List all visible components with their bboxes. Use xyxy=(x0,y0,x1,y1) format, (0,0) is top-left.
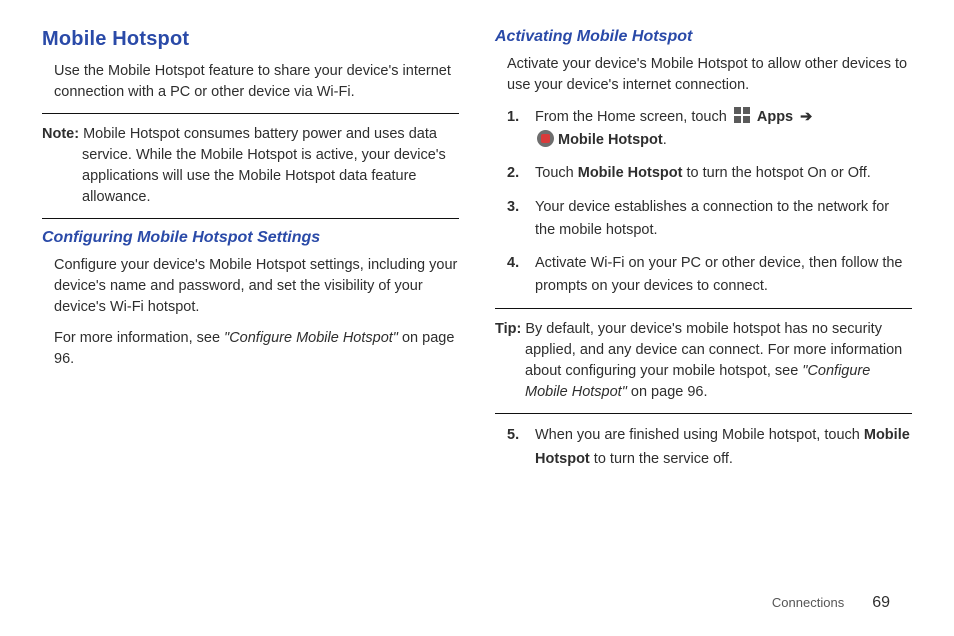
right-column: Activating Mobile Hotspot Activate your … xyxy=(495,28,912,481)
hotspot-icon xyxy=(537,130,554,147)
subhead-config: Configuring Mobile Hotspot Settings xyxy=(42,229,459,247)
text: For more information, see xyxy=(54,330,224,346)
note-body: Mobile Hotspot consumes battery power an… xyxy=(82,126,446,205)
text: on page 96. xyxy=(627,384,708,400)
step-text: Touch Mobile Hotspot to turn the hotspot… xyxy=(535,162,871,185)
note-label: Note: xyxy=(42,126,79,142)
step-text: Activate Wi-Fi on your PC or other devic… xyxy=(535,252,912,298)
activate-intro: Activate your device's Mobile Hotspot to… xyxy=(495,54,912,96)
arrow-icon: ➔ xyxy=(800,109,812,125)
text: When you are finished using Mobile hotsp… xyxy=(535,427,864,443)
step-5: 5. When you are finished using Mobile ho… xyxy=(507,424,912,470)
page-footer: Connections 69 xyxy=(772,594,890,612)
text: Touch xyxy=(535,165,578,181)
step-4: 4. Activate Wi-Fi on your PC or other de… xyxy=(507,252,912,298)
note-text: Note: Mobile Hotspot consumes battery po… xyxy=(42,124,459,208)
text: From the Home screen, touch xyxy=(535,109,731,125)
step-number: 1. xyxy=(507,106,525,152)
step-2: 2. Touch Mobile Hotspot to turn the hots… xyxy=(507,162,912,185)
tip-text: Tip: By default, your device's mobile ho… xyxy=(495,319,912,403)
hotspot-label: Mobile Hotspot xyxy=(558,132,663,148)
apps-icon xyxy=(734,107,750,123)
step-number: 2. xyxy=(507,162,525,185)
step-number: 3. xyxy=(507,196,525,242)
apps-label: Apps xyxy=(757,109,793,125)
bold: Mobile Hotspot xyxy=(578,165,683,181)
step-number: 4. xyxy=(507,252,525,298)
footer-section: Connections xyxy=(772,595,844,610)
rule xyxy=(42,113,459,114)
note-callout: Note: Mobile Hotspot consumes battery po… xyxy=(42,124,459,208)
left-column: Mobile Hotspot Use the Mobile Hotspot fe… xyxy=(42,28,459,481)
step-text: From the Home screen, touch Apps ➔ Mobil… xyxy=(535,106,812,152)
footer-page-number: 69 xyxy=(872,594,890,612)
rule xyxy=(495,413,912,414)
config-paragraph-2: For more information, see "Configure Mob… xyxy=(42,328,459,370)
cross-ref: "Configure Mobile Hotspot" xyxy=(224,330,398,346)
step-text: When you are finished using Mobile hotsp… xyxy=(535,424,912,470)
rule xyxy=(42,218,459,219)
step-1: 1. From the Home screen, touch Apps ➔ Mo… xyxy=(507,106,912,152)
section-title: Mobile Hotspot xyxy=(42,28,459,51)
subhead-activate: Activating Mobile Hotspot xyxy=(495,28,912,46)
steps-list: 1. From the Home screen, touch Apps ➔ Mo… xyxy=(495,106,912,298)
step-number: 5. xyxy=(507,424,525,470)
step-3: 3. Your device establishes a connection … xyxy=(507,196,912,242)
config-paragraph-1: Configure your device's Mobile Hotspot s… xyxy=(42,255,459,318)
tip-callout: Tip: By default, your device's mobile ho… xyxy=(495,319,912,403)
tip-label: Tip: xyxy=(495,321,521,337)
step-text: Your device establishes a connection to … xyxy=(535,196,912,242)
steps-list-continued: 5. When you are finished using Mobile ho… xyxy=(495,424,912,470)
intro-paragraph: Use the Mobile Hotspot feature to share … xyxy=(42,61,459,103)
text: to turn the hotspot On or Off. xyxy=(682,165,870,181)
rule xyxy=(495,308,912,309)
text: . xyxy=(663,132,667,148)
text: to turn the service off. xyxy=(590,451,733,467)
